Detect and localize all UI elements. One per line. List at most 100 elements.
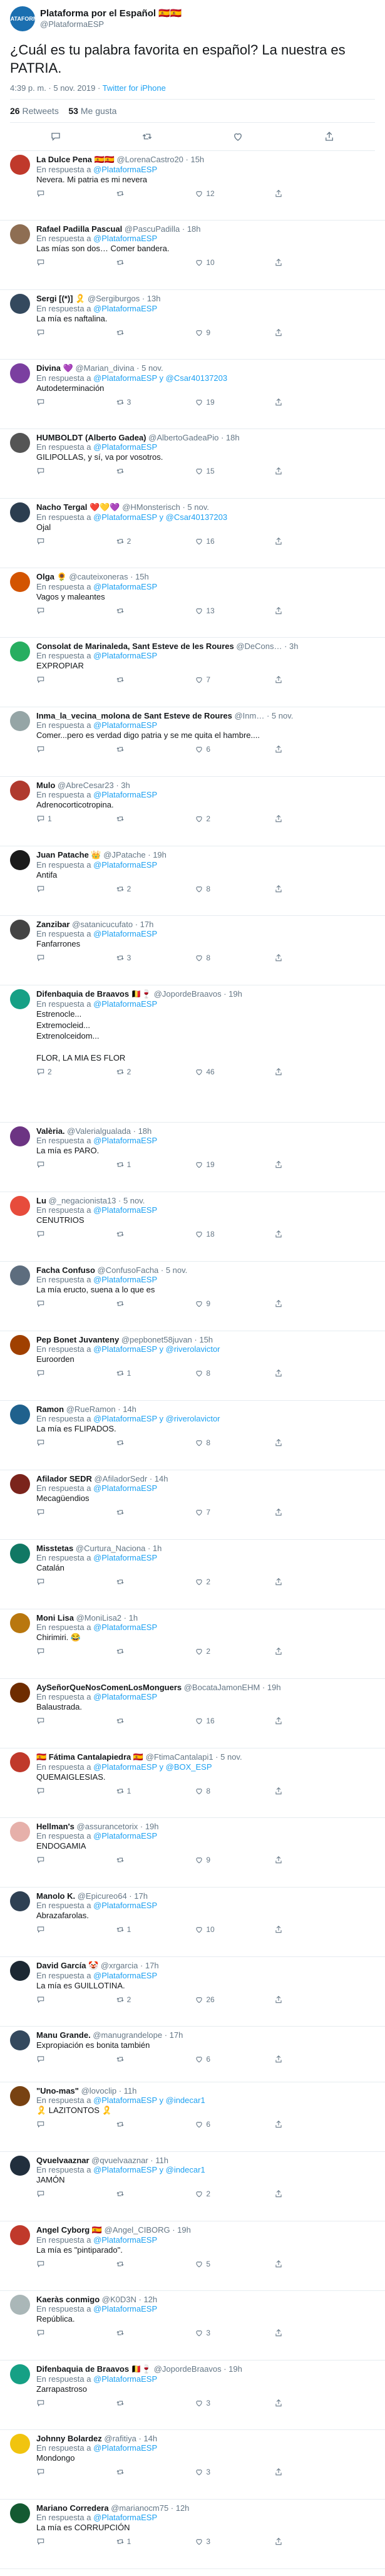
retweet-icon[interactable] — [116, 1299, 125, 1308]
reply-action[interactable] — [36, 2537, 61, 2546]
retweet-count-link[interactable]: 26 Retweets — [10, 106, 59, 116]
retweet-icon[interactable] — [116, 1230, 125, 1239]
retweet-icon[interactable] — [116, 398, 125, 407]
reply-icon[interactable] — [36, 2399, 45, 2407]
like-icon[interactable] — [195, 467, 203, 475]
retweet-action[interactable] — [116, 1438, 141, 1447]
response-target-link[interactable]: @PlataformaESP — [93, 2374, 157, 2384]
like-icon[interactable] — [195, 1369, 203, 1378]
like-action[interactable]: 15 — [195, 467, 220, 475]
like-action[interactable]: 3 — [195, 2468, 220, 2476]
reply-action[interactable] — [36, 328, 61, 337]
reply-icon[interactable] — [36, 1508, 45, 1517]
like-icon[interactable] — [195, 2189, 203, 2198]
tweet-time[interactable]: 4:39 p. m. · 5 nov. 2019 · — [10, 83, 103, 93]
reply-author-handle[interactable]: @JPatache · 19h — [103, 850, 167, 860]
share-action[interactable] — [274, 1067, 299, 1076]
reply-author-name[interactable]: Rafael Padilla Pascual — [36, 224, 122, 234]
like-icon[interactable] — [195, 1716, 203, 1725]
reply-icon[interactable] — [36, 328, 45, 337]
share-action[interactable] — [274, 1438, 299, 1447]
reply-author-handle[interactable]: @JopordeBraavos · 19h — [154, 989, 242, 999]
share-icon[interactable] — [274, 1995, 283, 2004]
reply-author-handle[interactable]: @pepbonet58juvan · 15h — [121, 1335, 213, 1344]
reply-action[interactable] — [36, 606, 61, 615]
reply-action[interactable] — [36, 467, 61, 475]
tweet-source[interactable]: Twitter for iPhone — [103, 83, 166, 93]
reply-author-name[interactable]: Olga 🌻 — [36, 572, 67, 581]
reply-author-handle[interactable]: @MoniLisa2 · 1h — [76, 1613, 138, 1623]
share-action[interactable] — [274, 745, 299, 754]
retweet-icon[interactable] — [141, 131, 153, 142]
reply-action[interactable] — [36, 2260, 61, 2268]
like-icon[interactable] — [195, 953, 203, 962]
response-target-link[interactable]: @PlataformaESP — [93, 582, 157, 591]
share-action[interactable] — [274, 1577, 299, 1586]
reply-avatar[interactable] — [10, 1335, 30, 1356]
reply-author-handle[interactable]: @RueRamon · 14h — [66, 1405, 136, 1414]
share-icon[interactable] — [274, 1856, 283, 1864]
reply-author-name[interactable]: Angel Cyborg 🇪🇸 — [36, 2225, 102, 2235]
reply-author-handle[interactable]: @ConfusoFacha · 5 nov. — [98, 1265, 188, 1275]
retweet-action[interactable] — [116, 1508, 141, 1517]
reply-author-handle[interactable]: @AlbertoGadeaPio · 18h — [148, 433, 239, 442]
reply-action[interactable] — [36, 2468, 61, 2476]
reply-author-name[interactable]: Qvuelvaaznar — [36, 2156, 90, 2165]
response-target-link[interactable]: @PlataformaESP — [93, 2235, 157, 2245]
reply-icon[interactable] — [36, 1369, 45, 1378]
retweet-icon[interactable] — [116, 2260, 125, 2268]
reply-author-name[interactable]: Divina 💜 — [36, 363, 73, 373]
reply-icon[interactable] — [36, 1577, 45, 1586]
like-action[interactable]: 26 — [195, 1995, 220, 2004]
like-action[interactable]: 7 — [195, 675, 220, 684]
reply-action[interactable] — [36, 258, 61, 267]
reply-avatar[interactable] — [10, 1613, 30, 1634]
retweet-icon[interactable] — [116, 1577, 125, 1586]
reply-author-name[interactable]: 🇪🇸 Fátima Cantalapiedra 🇪🇸 — [36, 1752, 143, 1762]
reply-avatar[interactable] — [10, 1961, 30, 1981]
reply-action[interactable] — [36, 2120, 61, 2129]
share-action[interactable] — [274, 2329, 299, 2337]
reply-author-name[interactable]: Mulo — [36, 781, 55, 790]
reply-avatar[interactable] — [10, 1126, 30, 1147]
reply-icon[interactable] — [36, 1856, 45, 1864]
reply-author-name[interactable]: Nacho Tergal ❤️💛💜 — [36, 502, 120, 512]
reply-author-handle[interactable]: @Marian_divina · 5 nov. — [75, 363, 163, 373]
like-action[interactable]: 6 — [195, 2055, 220, 2064]
like-action[interactable]: 16 — [195, 1716, 220, 1725]
retweet-action[interactable]: 1 — [116, 2537, 141, 2546]
reply-author-name[interactable]: Moni Lisa — [36, 1613, 74, 1623]
retweet-action[interactable]: 2 — [116, 1067, 141, 1076]
retweet-icon[interactable] — [116, 2329, 125, 2337]
reply-author-handle[interactable]: @BocataJamonEHM · 19h — [184, 1683, 281, 1692]
share-action[interactable] — [274, 606, 299, 615]
reply-action[interactable] — [36, 953, 61, 962]
share-action[interactable] — [274, 1925, 299, 1934]
response-target-link[interactable]: @PlataformaESP — [93, 1483, 157, 1493]
like-action[interactable]: 2 — [195, 2189, 220, 2198]
like-action[interactable]: 8 — [195, 885, 220, 893]
reply-author-name[interactable]: Facha Confuso — [36, 1265, 95, 1275]
reply-avatar[interactable] — [10, 2434, 30, 2454]
retweet-icon[interactable] — [116, 467, 125, 475]
share-icon[interactable] — [274, 1577, 283, 1586]
share-icon[interactable] — [274, 1067, 283, 1076]
retweet-icon[interactable] — [116, 953, 125, 962]
retweet-icon[interactable] — [116, 2055, 125, 2064]
like-icon[interactable] — [195, 1299, 203, 1308]
response-target-link[interactable]: @PlataformaESP — [93, 234, 157, 243]
retweet-action[interactable]: 2 — [116, 537, 141, 546]
share-icon[interactable] — [274, 1508, 283, 1517]
reply-icon[interactable] — [36, 885, 45, 893]
like-icon[interactable] — [195, 1577, 203, 1586]
reply-avatar[interactable] — [10, 1822, 30, 1842]
reply-icon[interactable] — [36, 1160, 45, 1169]
reply-icon[interactable] — [36, 2120, 45, 2129]
author-avatar[interactable]: PLATAFORMA — [10, 6, 35, 31]
reply-icon[interactable] — [36, 258, 45, 267]
share-action[interactable] — [274, 1716, 299, 1725]
reply-action[interactable] — [36, 1160, 61, 1169]
response-target-link[interactable]: @PlataformaESP — [93, 1136, 157, 1145]
retweet-action[interactable] — [116, 1299, 141, 1308]
reply-action[interactable] — [36, 1230, 61, 1239]
